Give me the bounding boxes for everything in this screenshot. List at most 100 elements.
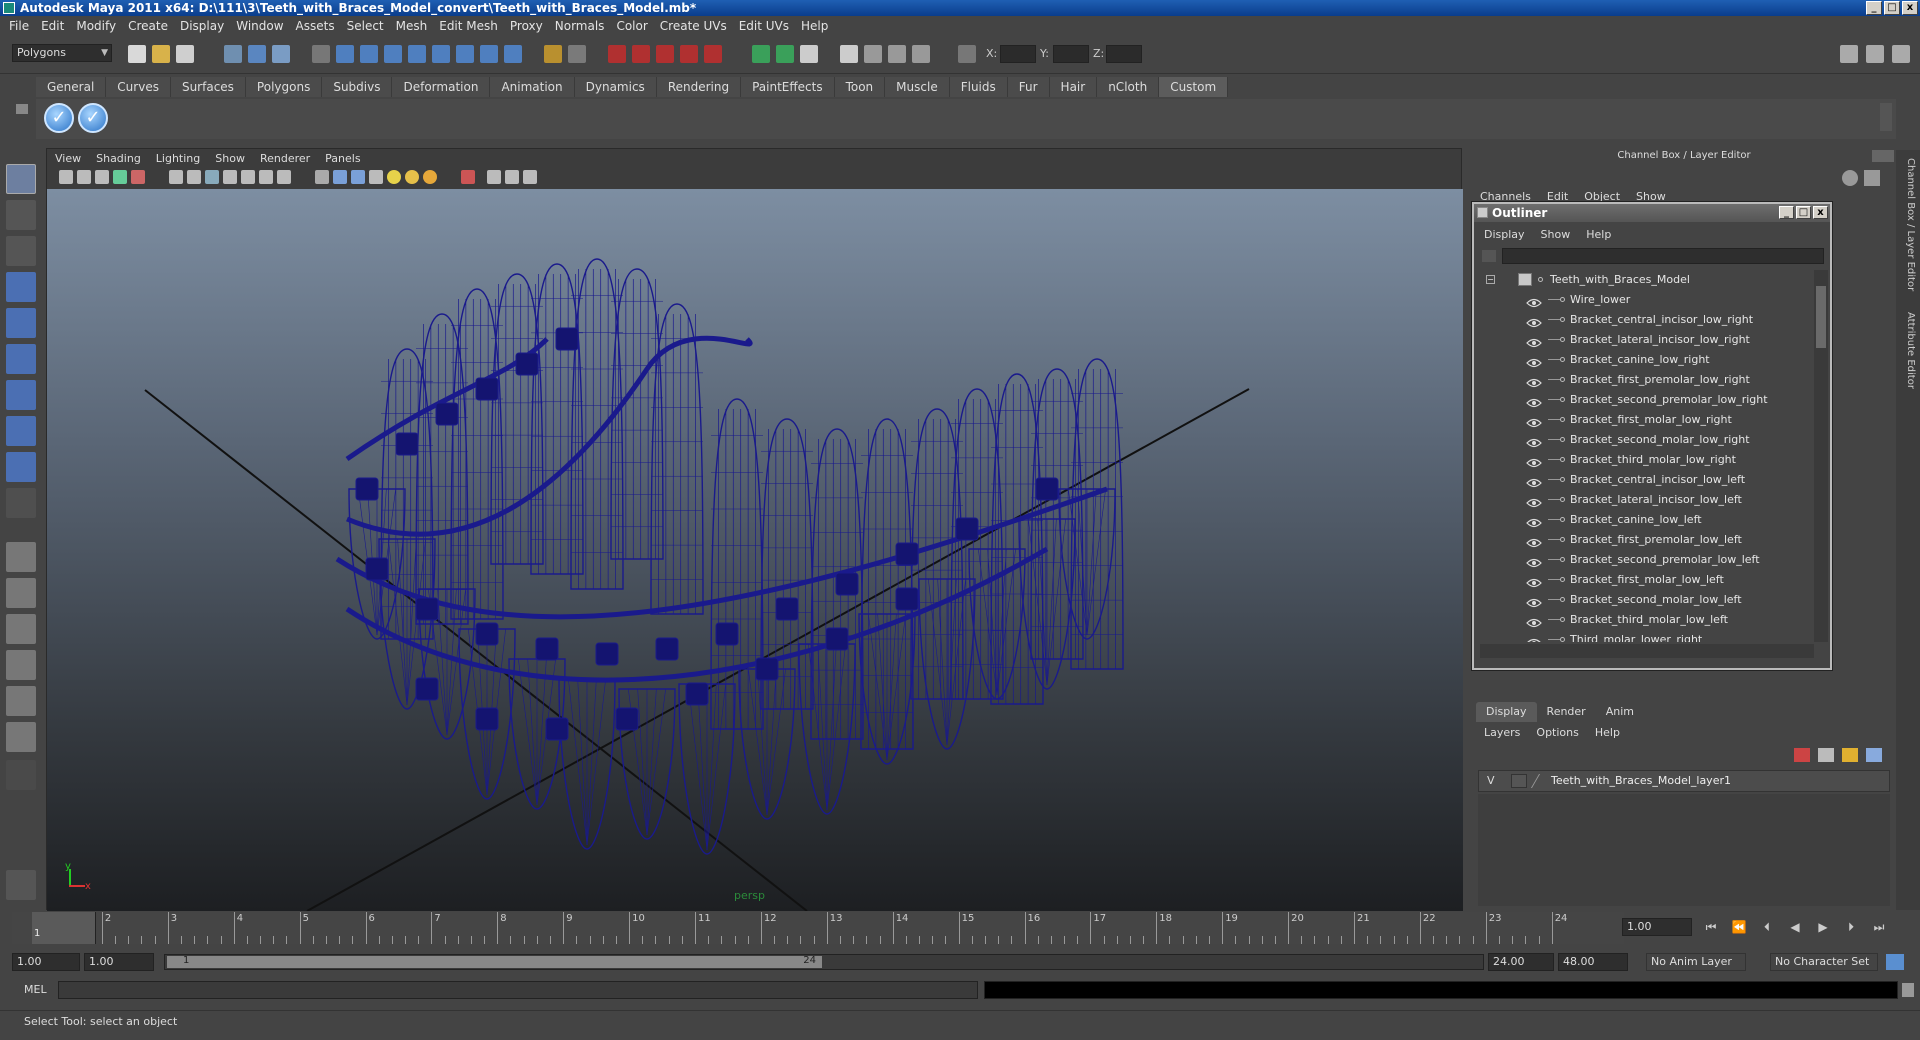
layer-menu-options[interactable]: Options bbox=[1536, 726, 1578, 739]
quick-layout-icon[interactable] bbox=[6, 870, 36, 900]
shelf-tab-subdivs[interactable]: Subdivs bbox=[322, 77, 393, 97]
safe-title-icon[interactable] bbox=[277, 170, 291, 184]
play-forwards-icon[interactable]: ▶ bbox=[1812, 918, 1834, 936]
viewport-menu-renderer[interactable]: Renderer bbox=[260, 152, 310, 165]
new-scene-icon[interactable] bbox=[128, 45, 146, 63]
custom-shelf-checkmark-icon-2[interactable]: ✓ bbox=[78, 103, 108, 133]
menu-set-select[interactable]: Polygons ▼ bbox=[12, 44, 112, 62]
grid-icon[interactable] bbox=[169, 170, 183, 184]
new-layer-icon[interactable] bbox=[1842, 748, 1858, 762]
menu-color[interactable]: Color bbox=[613, 19, 656, 33]
film-gate-icon[interactable] bbox=[187, 170, 201, 184]
outliner-persp-layout-icon[interactable] bbox=[6, 614, 36, 644]
shelf-menu-icon[interactable] bbox=[16, 104, 28, 114]
x-field[interactable] bbox=[1000, 45, 1036, 63]
step-back-frame-icon[interactable]: ⏪ bbox=[1728, 918, 1750, 936]
move-layer-up-icon[interactable] bbox=[1794, 748, 1810, 762]
xray-joints-icon[interactable] bbox=[505, 170, 519, 184]
hardware-texturing-icon[interactable] bbox=[523, 170, 537, 184]
shelf-tab-ncloth[interactable]: nCloth bbox=[1097, 77, 1160, 97]
shelf-tab-toon[interactable]: Toon bbox=[834, 77, 886, 97]
outliner-item[interactable]: Bracket_first_molar_low_right bbox=[1480, 410, 1810, 430]
outliner-item[interactable]: Bracket_second_premolar_low_left bbox=[1480, 550, 1810, 570]
outliner-item[interactable]: Wire_lower bbox=[1480, 290, 1810, 310]
layer-row[interactable]: V Teeth_with_Braces_Model_layer1 bbox=[1478, 770, 1890, 792]
show-dope-sheet-icon[interactable] bbox=[888, 45, 906, 63]
menu-edit-mesh[interactable]: Edit Mesh bbox=[436, 19, 507, 33]
show-graph-editor-icon[interactable] bbox=[864, 45, 882, 63]
filter-icon[interactable] bbox=[1482, 250, 1496, 262]
channel-box-pick-icon[interactable] bbox=[1864, 170, 1880, 186]
menu-normals[interactable]: Normals bbox=[552, 19, 614, 33]
viewport-menu-show[interactable]: Show bbox=[215, 152, 245, 165]
outliner-item[interactable]: Bracket_third_molar_low_right bbox=[1480, 450, 1810, 470]
transform-mode-icon[interactable] bbox=[958, 45, 976, 63]
menu-create[interactable]: Create bbox=[125, 19, 177, 33]
playback-end-field[interactable]: 24.00 bbox=[1488, 953, 1554, 971]
playback-start-field[interactable]: 1.00 bbox=[84, 953, 154, 971]
outliner-vertical-scrollbar[interactable] bbox=[1814, 270, 1828, 642]
minimize-button[interactable]: _ bbox=[1866, 1, 1882, 15]
hypershade-icon[interactable] bbox=[680, 45, 698, 63]
field-chart-icon[interactable] bbox=[241, 170, 255, 184]
universal-manipulator-icon[interactable] bbox=[6, 380, 36, 410]
shelf-tab-polygons[interactable]: Polygons bbox=[245, 77, 323, 97]
outliner-title-bar[interactable]: Outliner _ □ x bbox=[1474, 204, 1830, 222]
y-field[interactable] bbox=[1053, 45, 1089, 63]
layout-options-icon[interactable] bbox=[6, 760, 36, 790]
collapse-icon[interactable]: − bbox=[1486, 275, 1495, 284]
safe-action-icon[interactable] bbox=[259, 170, 273, 184]
shelf-tab-dynamics[interactable]: Dynamics bbox=[574, 77, 657, 97]
shelf-scroll-arrows[interactable] bbox=[1880, 103, 1892, 131]
anim-layer-select[interactable]: No Anim Layer bbox=[1646, 953, 1746, 971]
outliner-horizontal-scrollbar[interactable] bbox=[1480, 644, 1814, 658]
step-back-key-icon[interactable]: ⏴ bbox=[1756, 918, 1778, 936]
show-attributes-icon[interactable] bbox=[752, 45, 770, 63]
menu-window[interactable]: Window bbox=[233, 19, 292, 33]
outliner-item[interactable]: Bracket_third_molar_low_left bbox=[1480, 610, 1810, 630]
outliner-item[interactable]: Bracket_canine_low_left bbox=[1480, 510, 1810, 530]
outliner-item[interactable]: Bracket_first_premolar_low_right bbox=[1480, 370, 1810, 390]
shelf-tab-custom[interactable]: Custom bbox=[1159, 77, 1229, 97]
bookmarks-icon[interactable] bbox=[95, 170, 109, 184]
shadows-icon[interactable] bbox=[423, 170, 437, 184]
start-time-field[interactable]: 1.00 bbox=[12, 953, 80, 971]
outliner-item[interactable]: Bracket_canine_low_right bbox=[1480, 350, 1810, 370]
shelf-tab-painteffects[interactable]: PaintEffects bbox=[741, 77, 835, 97]
save-scene-icon[interactable] bbox=[176, 45, 194, 63]
layer-tab-render[interactable]: Render bbox=[1537, 702, 1596, 722]
select-camera-icon[interactable] bbox=[59, 170, 73, 184]
viewport-menu-shading[interactable]: Shading bbox=[96, 152, 141, 165]
command-language[interactable]: MEL bbox=[24, 983, 47, 996]
hypershade-persp-layout-icon[interactable] bbox=[6, 686, 36, 716]
input-ops-icon[interactable] bbox=[544, 45, 562, 63]
current-time-marker[interactable]: 1 bbox=[32, 912, 96, 944]
panel-close-icon[interactable] bbox=[1872, 150, 1894, 162]
menu-create-uvs[interactable]: Create UVs bbox=[657, 19, 736, 33]
outliner-item[interactable]: Bracket_lateral_incisor_low_left bbox=[1480, 490, 1810, 510]
range-handle[interactable]: 1 24 bbox=[167, 955, 822, 968]
persp-graph-layout-icon[interactable] bbox=[6, 650, 36, 680]
outliner-menu-help[interactable]: Help bbox=[1586, 228, 1611, 241]
outliner-menu-display[interactable]: Display bbox=[1484, 228, 1525, 241]
viewport-menu-view[interactable]: View bbox=[55, 152, 81, 165]
menu-file[interactable]: File bbox=[6, 19, 38, 33]
outliner-item[interactable]: Bracket_central_incisor_low_left bbox=[1480, 470, 1810, 490]
menu-modify[interactable]: Modify bbox=[73, 19, 125, 33]
output-ops-icon[interactable] bbox=[568, 45, 586, 63]
shelf-tab-deformation[interactable]: Deformation bbox=[392, 77, 491, 97]
shelf-tab-fluids[interactable]: Fluids bbox=[949, 77, 1008, 97]
snap-point-icon[interactable] bbox=[384, 45, 402, 63]
shelf-tab-rendering[interactable]: Rendering bbox=[656, 77, 742, 97]
toggle-sidebar-icon[interactable] bbox=[1840, 45, 1858, 63]
outliner-item[interactable]: Bracket_central_incisor_low_right bbox=[1480, 310, 1810, 330]
new-layer-from-selection-icon[interactable] bbox=[1866, 748, 1882, 762]
range-bar[interactable]: 1 24 bbox=[164, 954, 1484, 970]
isolate-select-icon[interactable] bbox=[461, 170, 475, 184]
move-tool-icon[interactable] bbox=[6, 272, 36, 302]
xray-icon[interactable] bbox=[487, 170, 501, 184]
menu-proxy[interactable]: Proxy bbox=[507, 19, 552, 33]
step-forward-key-icon[interactable]: ⏵ bbox=[1840, 918, 1862, 936]
shelf-tab-hair[interactable]: Hair bbox=[1049, 77, 1098, 97]
menu-assets[interactable]: Assets bbox=[293, 19, 344, 33]
